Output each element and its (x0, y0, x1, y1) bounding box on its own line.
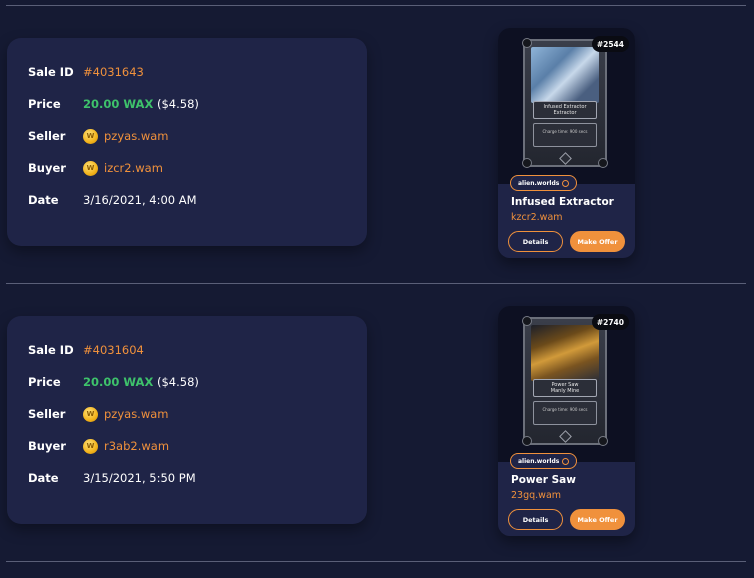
collection-badge[interactable]: alien.worlds (510, 175, 578, 191)
collection-badge[interactable]: alien.worlds (510, 453, 578, 469)
nft-card-image: Infused Extractor Extractor Charge time:… (522, 38, 608, 168)
wax-avatar-icon: W (83, 128, 98, 144)
corner-gem-icon (598, 158, 608, 168)
price-line: Price 20.00 WAX ($4.58) (28, 372, 199, 392)
asset-card[interactable]: Power Saw Manly Mine Charge time: 900 se… (498, 306, 635, 536)
details-button[interactable]: Details (508, 509, 563, 530)
date-line: Date 3/16/2021, 4:00 AM (28, 190, 197, 210)
make-offer-button[interactable]: Make Offer (570, 231, 625, 252)
sale-info-card: Sale ID #4031604 Price 20.00 WAX ($4.58)… (7, 316, 367, 524)
extractor-art-icon (531, 47, 599, 103)
asset-image[interactable]: Infused Extractor Extractor Charge time:… (498, 28, 635, 184)
date-label: Date (28, 471, 59, 485)
asset-owner-link[interactable]: 23gq.wam (511, 490, 561, 501)
row-divider (6, 561, 746, 562)
nft-desc-plate: Charge time: 900 secs (533, 123, 597, 147)
power-saw-art-icon (531, 325, 599, 381)
price-label: Price (28, 375, 61, 389)
price-wax: 20.00 WAX (83, 375, 154, 389)
sale-id-line: Sale ID #4031604 (28, 340, 144, 360)
collection-name: alien.worlds (518, 179, 560, 187)
diamond-icon (559, 430, 572, 443)
seller-value[interactable]: W pzyas.wam (83, 128, 169, 144)
sale-row: Sale ID #4031643 Price 20.00 WAX ($4.58)… (0, 6, 754, 284)
sale-row: Sale ID #4031604 Price 20.00 WAX ($4.58)… (0, 284, 754, 562)
collection-name: alien.worlds (518, 457, 560, 465)
seller-value[interactable]: W pzyas.wam (83, 406, 169, 422)
date-value: 3/16/2021, 4:00 AM (83, 193, 197, 207)
asset-name: Power Saw (511, 474, 576, 486)
sale-id-link[interactable]: #4031604 (83, 343, 144, 357)
verified-icon (562, 457, 570, 465)
price-wax: 20.00 WAX (83, 97, 154, 111)
sale-id-link[interactable]: #4031643 (83, 65, 144, 79)
mint-number-badge: #2544 (591, 36, 629, 52)
buyer-line: Buyer W r3ab2.wam (28, 436, 169, 456)
seller-line: Seller W pzyas.wam (28, 404, 169, 424)
buyer-label: Buyer (28, 161, 66, 175)
date-value: 3/15/2021, 5:50 PM (83, 471, 196, 485)
sale-id-line: Sale ID #4031643 (28, 62, 144, 82)
corner-gem-icon (598, 436, 608, 446)
nft-card-subtitle: Extractor (553, 110, 577, 116)
buyer-value[interactable]: W r3ab2.wam (83, 438, 169, 454)
seller-account[interactable]: pzyas.wam (104, 129, 169, 143)
price-label: Price (28, 97, 61, 111)
buyer-line: Buyer W izcr2.wam (28, 158, 163, 178)
make-offer-button[interactable]: Make Offer (570, 509, 625, 530)
buyer-value[interactable]: W izcr2.wam (83, 160, 163, 176)
nft-title-plate: Power Saw Manly Mine (533, 379, 597, 397)
seller-label: Seller (28, 129, 66, 143)
price-line: Price 20.00 WAX ($4.58) (28, 94, 199, 114)
buyer-label: Buyer (28, 439, 66, 453)
verified-icon (562, 179, 570, 187)
nft-desc-plate: Charge time: 900 secs (533, 401, 597, 425)
nft-card-subtitle: Manly Mine (550, 388, 580, 394)
date-label: Date (28, 193, 59, 207)
price-usd: ($4.58) (156, 97, 199, 111)
seller-line: Seller W pzyas.wam (28, 126, 169, 146)
diamond-icon (559, 152, 572, 165)
buyer-account[interactable]: izcr2.wam (104, 161, 163, 175)
asset-card[interactable]: Infused Extractor Extractor Charge time:… (498, 28, 635, 258)
nft-title-plate: Infused Extractor Extractor (533, 101, 597, 119)
date-line: Date 3/15/2021, 5:50 PM (28, 468, 196, 488)
corner-gem-icon (522, 38, 532, 48)
seller-label: Seller (28, 407, 66, 421)
buyer-account[interactable]: r3ab2.wam (104, 439, 169, 453)
sale-id-label: Sale ID (28, 65, 74, 79)
asset-name: Infused Extractor (511, 196, 614, 208)
nft-card-image: Power Saw Manly Mine Charge time: 900 se… (522, 316, 608, 446)
price-value: 20.00 WAX ($4.58) (83, 97, 199, 111)
wax-avatar-icon: W (83, 160, 98, 176)
details-button[interactable]: Details (508, 231, 563, 252)
asset-image[interactable]: Power Saw Manly Mine Charge time: 900 se… (498, 306, 635, 462)
corner-gem-icon (522, 436, 532, 446)
corner-gem-icon (522, 316, 532, 326)
asset-owner-link[interactable]: kzcr2.wam (511, 212, 563, 223)
corner-gem-icon (522, 158, 532, 168)
price-value: 20.00 WAX ($4.58) (83, 375, 199, 389)
sale-id-label: Sale ID (28, 343, 74, 357)
wax-avatar-icon: W (83, 406, 98, 422)
seller-account[interactable]: pzyas.wam (104, 407, 169, 421)
wax-avatar-icon: W (83, 438, 98, 454)
sale-info-card: Sale ID #4031643 Price 20.00 WAX ($4.58)… (7, 38, 367, 246)
mint-number-badge: #2740 (591, 314, 629, 330)
price-usd: ($4.58) (156, 375, 199, 389)
